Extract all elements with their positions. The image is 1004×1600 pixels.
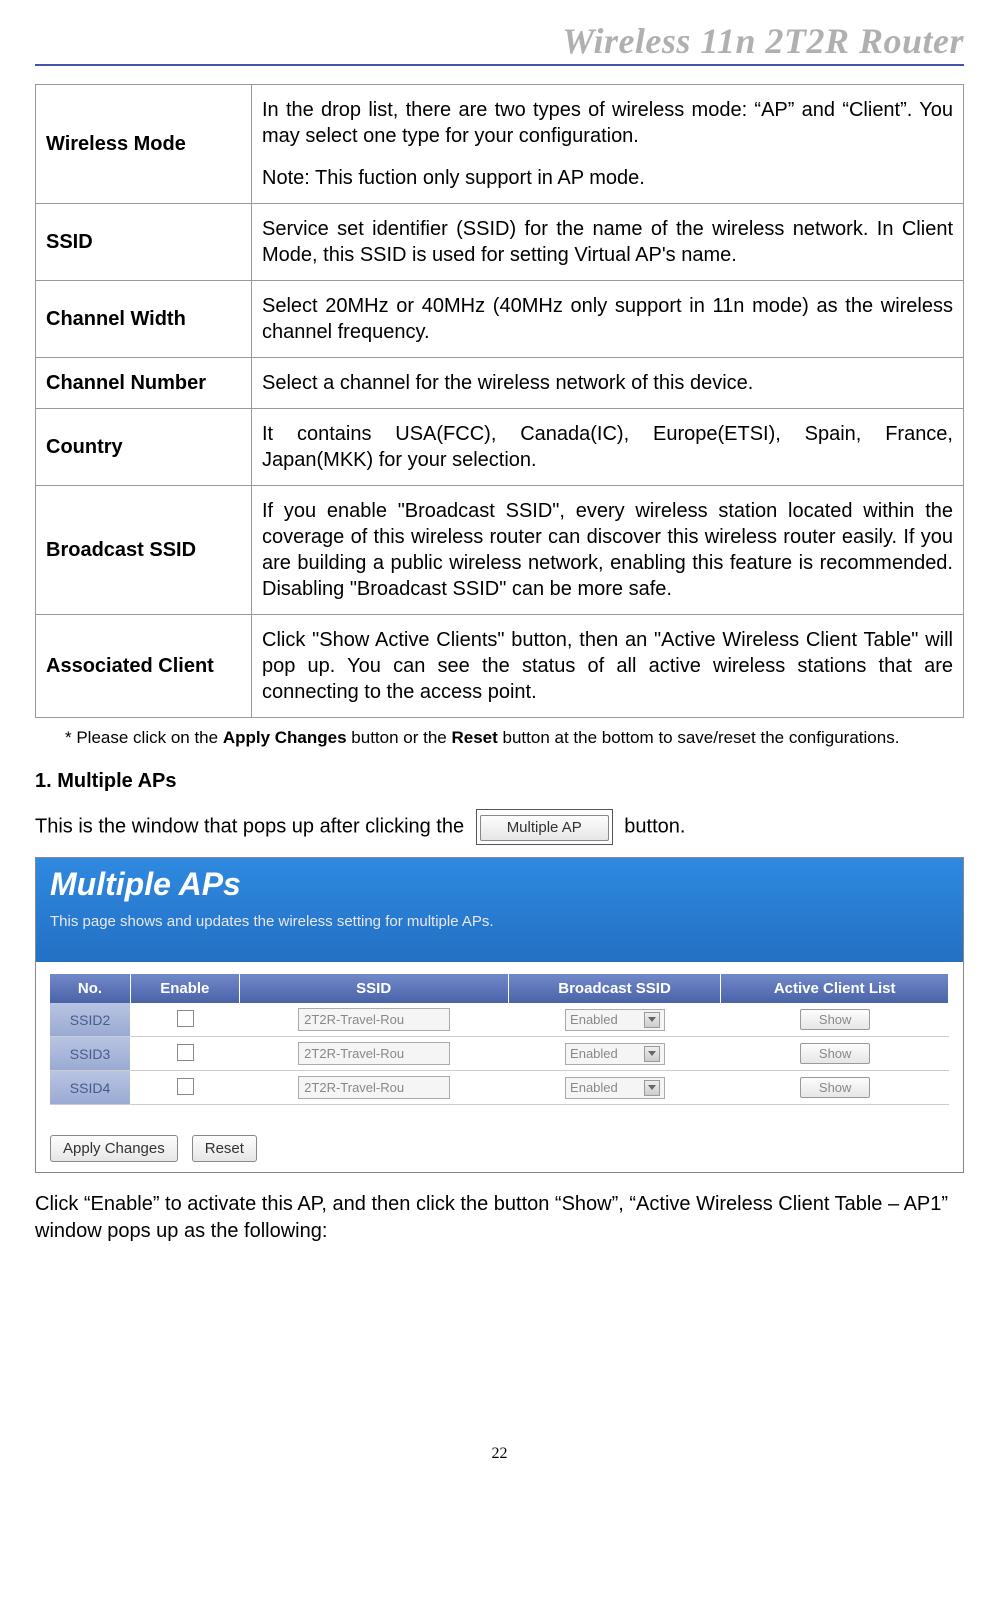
col-ssid: SSID [240,974,509,1003]
table-row: SSID2 Enabled Show [50,1003,949,1037]
note-prefix: * Please click on the [65,728,223,747]
select-value: Enabled [570,1046,618,1061]
def-row: Country It contains USA(FCC), Canada(IC)… [36,409,964,486]
reset-button[interactable]: Reset [192,1135,257,1162]
shot-subtitle: This page shows and updates the wireless… [50,913,949,930]
note-mid: button or the [347,728,452,747]
table-row: SSID4 Enabled Show [50,1071,949,1105]
show-button[interactable]: Show [800,1077,871,1098]
def-val: Click "Show Active Clients" button, then… [252,615,964,718]
aps-table: No. Enable SSID Broadcast SSID Active Cl… [50,974,949,1105]
def-key: Country [36,409,252,486]
ssid-input[interactable] [298,1008,450,1031]
ssid-input[interactable] [298,1076,450,1099]
chevron-down-icon [644,1046,660,1062]
def-key: Associated Client [36,615,252,718]
aps-table-header: No. Enable SSID Broadcast SSID Active Cl… [50,974,949,1003]
select-value: Enabled [570,1012,618,1027]
def-val: If you enable "Broadcast SSID", every wi… [252,486,964,615]
note-suffix: button at the bottom to save/reset the c… [498,728,900,747]
section-heading: 1. Multiple APs [35,770,964,793]
broadcast-select[interactable]: Enabled [565,1043,665,1065]
enable-checkbox[interactable] [177,1044,194,1061]
def-row: Wireless Mode In the drop list, there ar… [36,85,964,204]
broadcast-select[interactable]: Enabled [565,1009,665,1031]
section-intro: This is the window that pops up after cl… [35,809,964,845]
def-val-p1: In the drop list, there are two types of… [262,97,953,149]
def-key: Channel Number [36,358,252,409]
row-no: SSID2 [50,1003,131,1037]
def-row: Channel Number Select a channel for the … [36,358,964,409]
def-key: Channel Width [36,281,252,358]
def-row: SSID Service set identifier (SSID) for t… [36,204,964,281]
def-val-p2: Note: This fuction only support in AP mo… [262,165,953,191]
def-val: Select 20MHz or 40MHz (40MHz only suppor… [252,281,964,358]
page-number: 22 [35,1445,964,1463]
enable-checkbox[interactable] [177,1010,194,1027]
chevron-down-icon [644,1012,660,1028]
config-note: * Please click on the Apply Changes butt… [65,728,964,748]
def-key: Broadcast SSID [36,486,252,615]
shot-header: Multiple APs This page shows and updates… [36,858,963,962]
def-val: Select a channel for the wireless networ… [252,358,964,409]
broadcast-select[interactable]: Enabled [565,1077,665,1099]
page-header: Wireless 11n 2T2R Router [35,20,964,66]
definitions-table: Wireless Mode In the drop list, there ar… [35,84,964,718]
apply-changes-button[interactable]: Apply Changes [50,1135,178,1162]
intro-post: button. [624,815,685,837]
def-key: SSID [36,204,252,281]
shot-title: Multiple APs [50,866,949,903]
def-val: In the drop list, there are two types of… [252,85,964,204]
multiple-ap-button-wrap: Multiple AP [476,809,613,845]
after-screenshot-text: Click “Enable” to activate this AP, and … [35,1191,964,1245]
def-row: Broadcast SSID If you enable "Broadcast … [36,486,964,615]
chevron-down-icon [644,1080,660,1096]
def-row: Associated Client Click "Show Active Cli… [36,615,964,718]
col-broadcast: Broadcast SSID [509,974,722,1003]
note-bold-1: Apply Changes [223,728,347,747]
def-key: Wireless Mode [36,85,252,204]
multiple-ap-button[interactable]: Multiple AP [480,815,609,841]
row-no: SSID4 [50,1071,131,1105]
ssid-input[interactable] [298,1042,450,1065]
enable-checkbox[interactable] [177,1078,194,1095]
intro-pre: This is the window that pops up after cl… [35,815,464,837]
col-no: No. [50,974,131,1003]
multiple-aps-screenshot: Multiple APs This page shows and updates… [35,857,964,1173]
table-row: SSID3 Enabled Show [50,1037,949,1071]
note-bold-2: Reset [451,728,497,747]
col-active-client: Active Client List [721,974,949,1003]
col-enable: Enable [131,974,240,1003]
show-button[interactable]: Show [800,1009,871,1030]
def-row: Channel Width Select 20MHz or 40MHz (40M… [36,281,964,358]
show-button[interactable]: Show [800,1043,871,1064]
row-no: SSID3 [50,1037,131,1071]
def-val: It contains USA(FCC), Canada(IC), Europe… [252,409,964,486]
def-val: Service set identifier (SSID) for the na… [252,204,964,281]
select-value: Enabled [570,1080,618,1095]
